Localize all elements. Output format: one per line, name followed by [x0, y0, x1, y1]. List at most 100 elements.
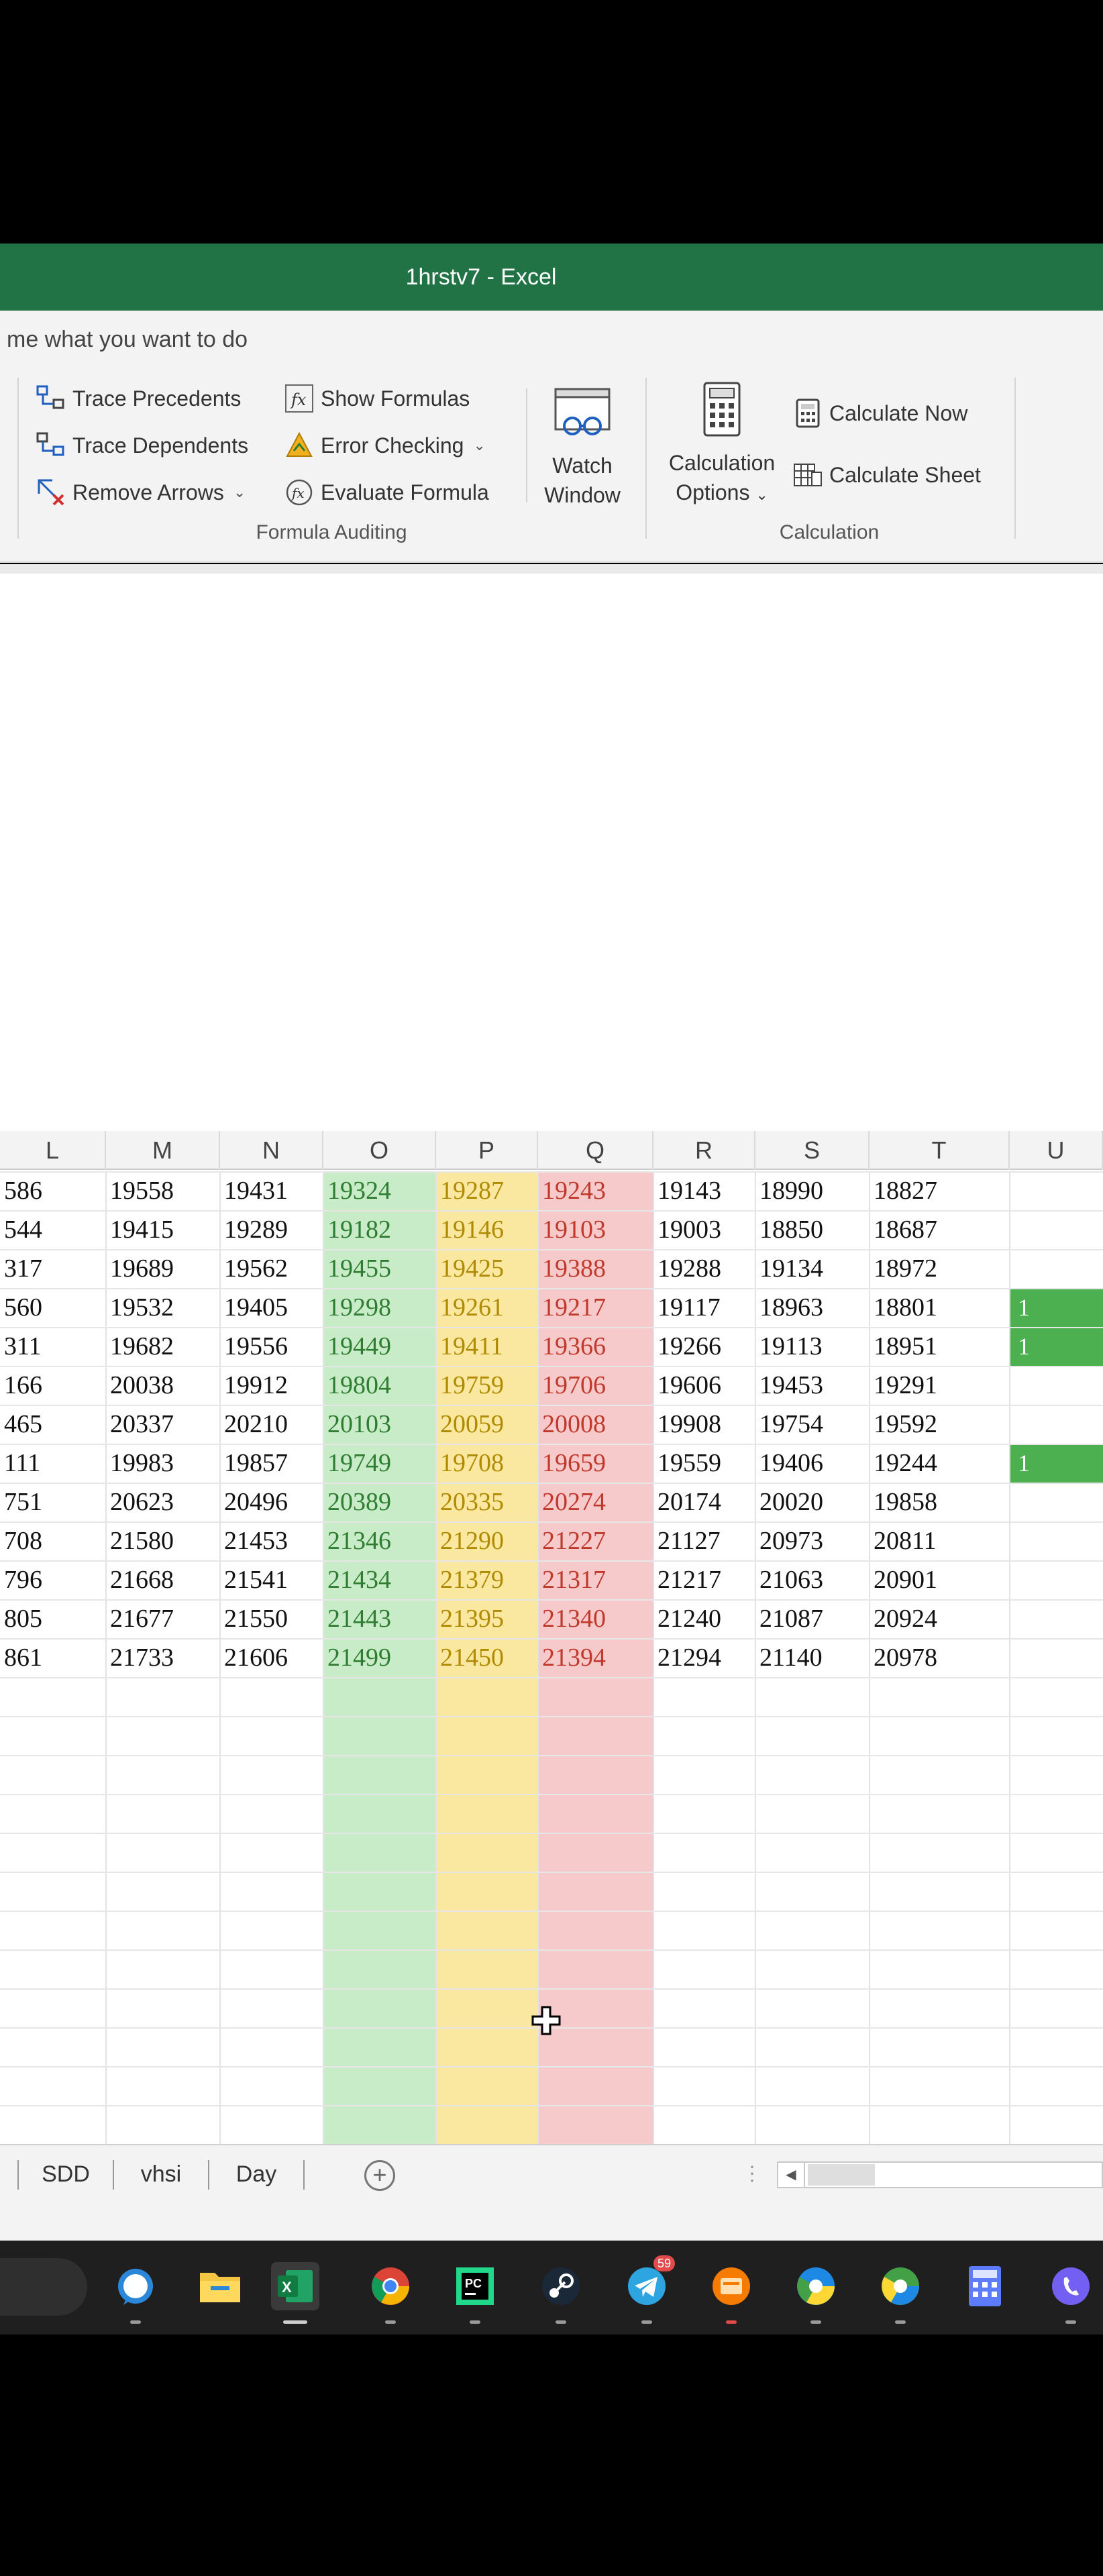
cell-r[interactable]: 20174 [653, 1483, 755, 1521]
cell-o[interactable]: 19749 [323, 1444, 436, 1483]
cell-s[interactable]: 20020 [755, 1483, 870, 1521]
cell-n[interactable]: 21606 [220, 1638, 323, 1677]
cell-t[interactable]: 20901 [870, 1560, 1010, 1599]
cell-n[interactable]: 21550 [220, 1599, 323, 1638]
cell-l[interactable]: 465 [0, 1405, 106, 1444]
cell-p[interactable]: 21379 [436, 1560, 538, 1599]
cell-r[interactable]: 19266 [653, 1327, 755, 1366]
calculate-sheet-button[interactable]: Calculate Sheet [792, 455, 981, 494]
cell-o[interactable]: 21499 [323, 1638, 436, 1677]
cell-p[interactable]: 19425 [436, 1249, 538, 1288]
add-sheet-button[interactable]: + [364, 2160, 395, 2191]
remove-arrows-button[interactable]: Remove Arrows ⌄ [35, 473, 246, 512]
cell-m[interactable]: 20337 [106, 1405, 220, 1444]
cell-t[interactable]: 19592 [870, 1405, 1010, 1444]
cell-n[interactable]: 19405 [220, 1288, 323, 1327]
tell-me-bar[interactable]: me what you want to do [0, 311, 1103, 368]
cell-o[interactable]: 20103 [323, 1405, 436, 1444]
cell-q[interactable]: 21340 [538, 1599, 653, 1638]
cell-r[interactable]: 21217 [653, 1560, 755, 1599]
cell-l[interactable]: 586 [0, 1171, 106, 1210]
cell-q[interactable]: 19706 [538, 1366, 653, 1405]
cell-n[interactable]: 19556 [220, 1327, 323, 1366]
cell-q[interactable]: 19366 [538, 1327, 653, 1366]
error-checking-button[interactable]: Error Checking ⌄ [283, 426, 486, 465]
steam-icon[interactable] [537, 2262, 585, 2324]
show-formulas-button[interactable]: fx Show Formulas [283, 379, 470, 418]
cell-l[interactable]: 560 [0, 1288, 106, 1327]
cell-p[interactable]: 19146 [436, 1210, 538, 1249]
cell-l[interactable]: 311 [0, 1327, 106, 1366]
column-header-r[interactable]: R [653, 1131, 755, 1170]
column-header-l[interactable]: L [0, 1131, 106, 1170]
tab-splitter-icon[interactable]: ⋮ [742, 2145, 762, 2203]
cell-p[interactable]: 19287 [436, 1171, 538, 1210]
cell-r[interactable]: 21240 [653, 1599, 755, 1638]
cell-l[interactable]: 796 [0, 1560, 106, 1599]
cell-t[interactable]: 19291 [870, 1366, 1010, 1405]
cell-m[interactable]: 19983 [106, 1444, 220, 1483]
cell-t[interactable]: 18801 [870, 1288, 1010, 1327]
cell-p[interactable]: 19411 [436, 1327, 538, 1366]
cell-t[interactable]: 19244 [870, 1444, 1010, 1483]
cell-p[interactable]: 20059 [436, 1405, 538, 1444]
cell-r[interactable]: 21127 [653, 1521, 755, 1560]
tab-day[interactable]: Day [209, 2145, 303, 2203]
cell-t[interactable]: 18951 [870, 1327, 1010, 1366]
column-header-m[interactable]: M [106, 1131, 220, 1170]
cell-t[interactable]: 18687 [870, 1210, 1010, 1249]
cell-m[interactable]: 21668 [106, 1560, 220, 1599]
app-icon[interactable] [707, 2262, 755, 2324]
file-explorer-icon[interactable] [196, 2262, 244, 2310]
chevron-down-icon[interactable]: ⌄ [233, 484, 246, 501]
chromium-alt-icon[interactable] [876, 2262, 925, 2324]
cell-t[interactable]: 18972 [870, 1249, 1010, 1288]
cell-q[interactable]: 20274 [538, 1483, 653, 1521]
cell-o[interactable]: 19449 [323, 1327, 436, 1366]
viber-icon[interactable] [1047, 2262, 1095, 2324]
calculate-now-button[interactable]: Calculate Now [792, 394, 967, 433]
cell-r[interactable]: 19117 [653, 1288, 755, 1327]
cell-m[interactable]: 19689 [106, 1249, 220, 1288]
cell-s[interactable]: 19134 [755, 1249, 870, 1288]
cell-p[interactable]: 19261 [436, 1288, 538, 1327]
taskbar-search-box[interactable] [0, 2258, 87, 2316]
telegram-icon[interactable]: 59 [623, 2255, 675, 2324]
cell-o[interactable]: 21443 [323, 1599, 436, 1638]
worksheet-grid[interactable]: LMNOPQRSTU 586 19558 19431 19324 19287 19243 1… [0, 1124, 1103, 2144]
trace-precedents-button[interactable]: Trace Precedents [35, 379, 241, 418]
column-header-n[interactable]: N [220, 1131, 323, 1170]
horizontal-scrollbar[interactable]: ◀ [777, 2161, 1103, 2188]
cell-n[interactable]: 20496 [220, 1483, 323, 1521]
cell-m[interactable]: 20038 [106, 1366, 220, 1405]
cell-p[interactable]: 21395 [436, 1599, 538, 1638]
column-header-s[interactable]: S [755, 1131, 870, 1170]
cell-r[interactable]: 19606 [653, 1366, 755, 1405]
column-header-u[interactable]: U [1010, 1131, 1103, 1170]
cell-r[interactable]: 19908 [653, 1405, 755, 1444]
cell-n[interactable]: 20210 [220, 1405, 323, 1444]
cell-t[interactable]: 18827 [870, 1171, 1010, 1210]
cell-m[interactable]: 19682 [106, 1327, 220, 1366]
chromium-icon[interactable] [792, 2262, 840, 2324]
cell-q[interactable]: 19103 [538, 1210, 653, 1249]
cell-m[interactable]: 20623 [106, 1483, 220, 1521]
cell-u[interactable]: 1 [1010, 1444, 1103, 1483]
cell-n[interactable]: 19562 [220, 1249, 323, 1288]
cell-t[interactable]: 20924 [870, 1599, 1010, 1638]
cell-n[interactable]: 21453 [220, 1521, 323, 1560]
cell-q[interactable]: 20008 [538, 1405, 653, 1444]
cell-l[interactable]: 544 [0, 1210, 106, 1249]
cell-s[interactable]: 21087 [755, 1599, 870, 1638]
cell-p[interactable]: 20335 [436, 1483, 538, 1521]
cell-s[interactable]: 21140 [755, 1638, 870, 1677]
cell-n[interactable]: 19289 [220, 1210, 323, 1249]
calculator-icon[interactable] [961, 2262, 1009, 2310]
cell-s[interactable]: 18850 [755, 1210, 870, 1249]
chevron-down-icon[interactable]: ⌄ [473, 437, 485, 454]
cell-m[interactable]: 21580 [106, 1521, 220, 1560]
cell-o[interactable]: 20389 [323, 1483, 436, 1521]
cell-s[interactable]: 18990 [755, 1171, 870, 1210]
column-header-q[interactable]: Q [538, 1131, 653, 1170]
pycharm-icon[interactable]: PC [451, 2262, 499, 2324]
